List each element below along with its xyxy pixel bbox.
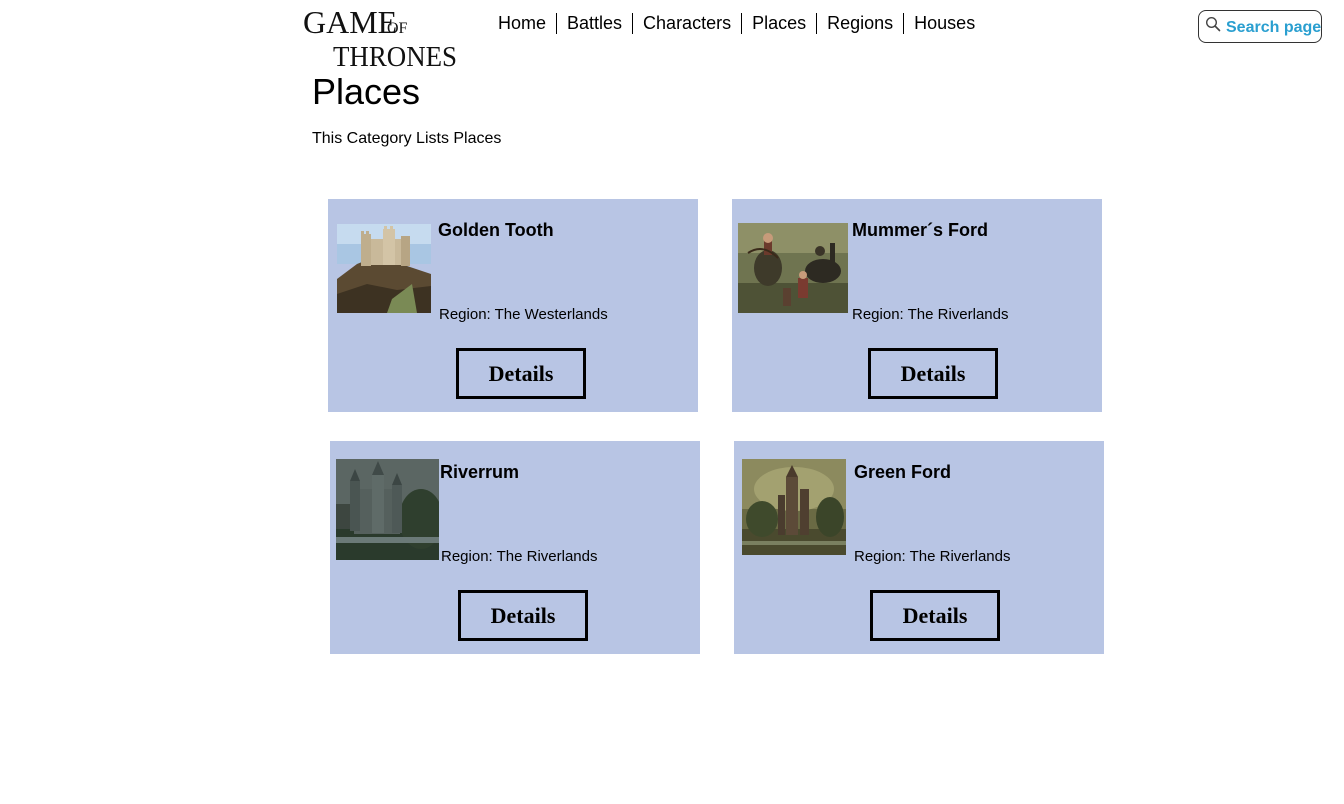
place-image-riverrum bbox=[336, 459, 439, 560]
place-name: Riverrum bbox=[440, 462, 520, 482]
svg-text:OF: OF bbox=[387, 20, 408, 37]
page: GAME OF THRONES Home Battles Characters … bbox=[0, 0, 1344, 804]
svg-text:GAME: GAME bbox=[303, 6, 397, 40]
place-name: Golden Tooth bbox=[438, 220, 554, 240]
details-button-riverrum[interactable]: Details bbox=[458, 590, 588, 641]
nav-characters[interactable]: Characters bbox=[632, 13, 741, 34]
place-region: Region: The Riverlands bbox=[854, 548, 1011, 565]
place-card: Green Ford Region: The Riverlands Detail… bbox=[734, 441, 1104, 654]
svg-text:THRONES: THRONES bbox=[333, 41, 457, 68]
place-name: Green Ford bbox=[854, 462, 952, 482]
nav-home[interactable]: Home bbox=[488, 13, 556, 34]
search-icon bbox=[1205, 16, 1221, 32]
details-button-golden-tooth[interactable]: Details bbox=[456, 348, 586, 399]
place-region: Region: The Westerlands bbox=[439, 306, 608, 323]
search-label: Search page bbox=[1226, 19, 1322, 36]
nav-regions[interactable]: Regions bbox=[816, 13, 903, 34]
main-nav: Home Battles Characters Places Regions H… bbox=[488, 13, 985, 34]
place-card: Golden Tooth Region: The Westerlands Det… bbox=[328, 199, 698, 412]
place-card: Mummer´s Ford Region: The Riverlands Det… bbox=[732, 199, 1102, 412]
place-image-golden-tooth bbox=[337, 224, 431, 313]
search-button[interactable]: Search page bbox=[1198, 10, 1322, 43]
place-region: Region: The Riverlands bbox=[852, 306, 1009, 323]
page-subtitle: This Category Lists Places bbox=[312, 130, 502, 147]
nav-battles[interactable]: Battles bbox=[556, 13, 632, 34]
details-button-green-ford[interactable]: Details bbox=[870, 590, 1000, 641]
site-logo[interactable]: GAME OF THRONES bbox=[303, 6, 459, 68]
place-image-mummers-ford bbox=[738, 223, 848, 313]
place-image-green-ford bbox=[742, 459, 846, 555]
nav-places[interactable]: Places bbox=[741, 13, 816, 34]
place-region: Region: The Riverlands bbox=[441, 548, 598, 565]
details-button-mummers-ford[interactable]: Details bbox=[868, 348, 998, 399]
logo-graphic: GAME OF THRONES bbox=[303, 6, 457, 68]
nav-houses[interactable]: Houses bbox=[903, 13, 985, 34]
page-title: Places bbox=[312, 71, 421, 112]
place-name: Mummer´s Ford bbox=[852, 220, 989, 240]
place-card: Riverrum Region: The Riverlands Details bbox=[330, 441, 700, 654]
